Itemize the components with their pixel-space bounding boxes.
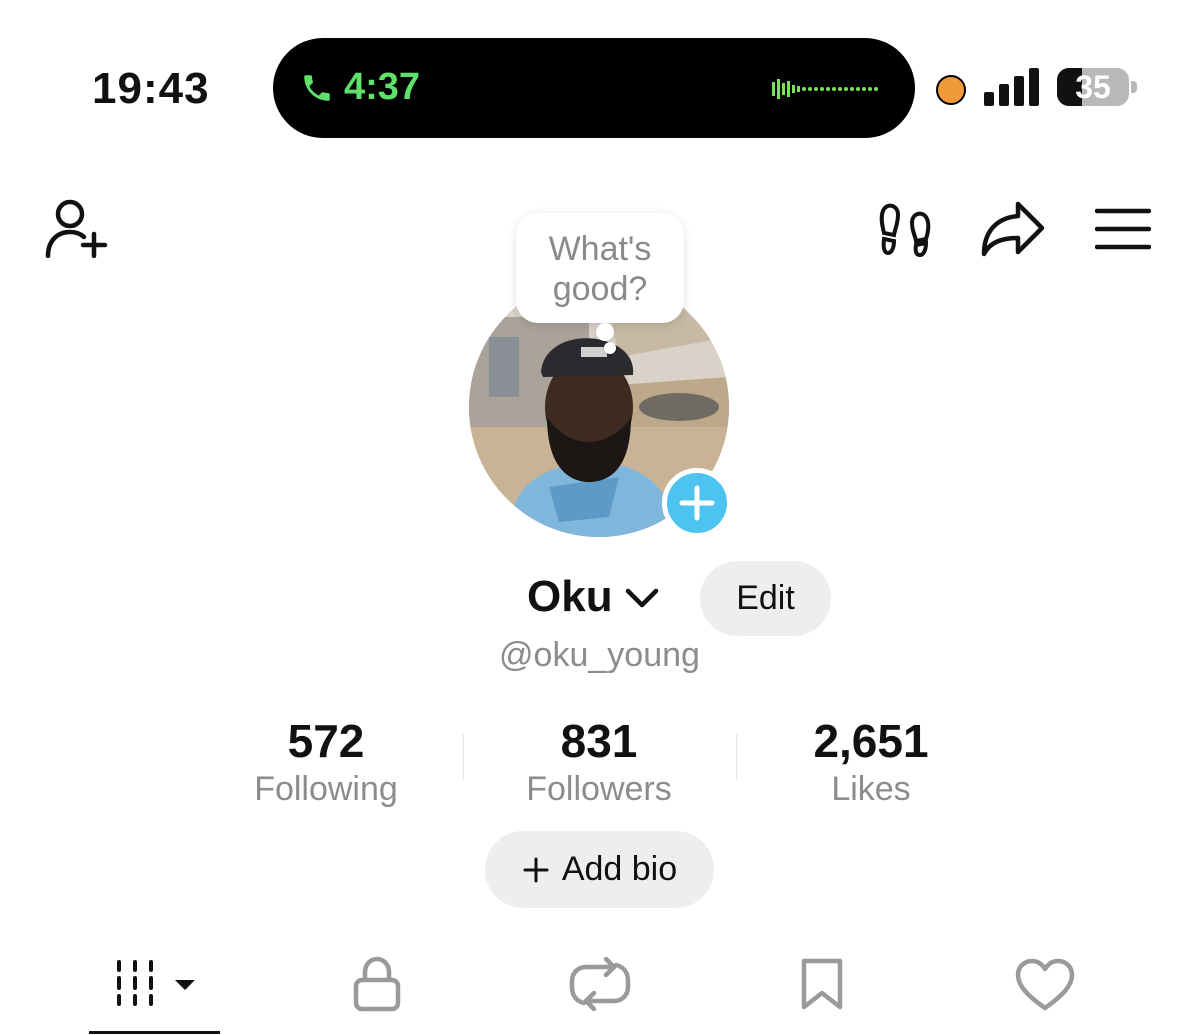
stat-value: 2,651	[813, 715, 929, 767]
stat-likes[interactable]: 2,651 Likes	[751, 714, 991, 809]
heart-icon[interactable]	[1014, 958, 1076, 1012]
stat-value: 831	[560, 715, 638, 767]
note-bubble-tail-small	[604, 342, 616, 354]
share-icon[interactable]	[980, 200, 1046, 258]
profile-name[interactable]: Oku	[527, 572, 613, 622]
plus-icon	[523, 857, 549, 882]
plus-icon	[679, 485, 715, 521]
stat-label: Followers	[526, 770, 672, 808]
add-bio-label: Add bio	[561, 850, 678, 888]
stat-divider	[463, 734, 464, 780]
stat-divider	[736, 734, 737, 780]
signal-icon	[984, 68, 1039, 106]
stat-value: 572	[287, 715, 365, 767]
note-bubble-tail	[596, 323, 614, 341]
repost-icon[interactable]	[568, 957, 632, 1011]
lock-icon[interactable]	[352, 956, 402, 1012]
menu-icon[interactable]	[1095, 208, 1151, 250]
waveform-icon	[772, 79, 878, 99]
username-handle: @oku_young	[499, 636, 700, 674]
note-bubble[interactable]: What's good?	[516, 213, 684, 323]
phone-icon	[304, 75, 330, 101]
battery-level: 35	[1075, 68, 1111, 105]
add-friend-icon[interactable]	[44, 198, 108, 258]
active-tab-indicator	[89, 1031, 220, 1034]
recording-dot-icon	[936, 75, 966, 105]
footprints-icon[interactable]	[878, 203, 932, 257]
edit-profile-button[interactable]: Edit	[700, 561, 831, 636]
add-story-button[interactable]	[662, 468, 732, 538]
call-duration: 4:37	[344, 66, 421, 108]
stat-followers[interactable]: 831 Followers	[479, 714, 719, 809]
chevron-down-icon[interactable]	[625, 586, 659, 610]
add-bio-button[interactable]: Add bio	[485, 831, 714, 908]
stat-label: Likes	[831, 770, 911, 808]
battery-cap	[1131, 81, 1137, 93]
bookmark-icon[interactable]	[800, 957, 844, 1011]
stat-following[interactable]: 572 Following	[206, 714, 446, 809]
grid-icon[interactable]	[115, 958, 199, 1008]
stat-label: Following	[254, 770, 398, 808]
battery-icon: 35	[1057, 68, 1129, 106]
status-time: 19:43	[92, 64, 210, 113]
